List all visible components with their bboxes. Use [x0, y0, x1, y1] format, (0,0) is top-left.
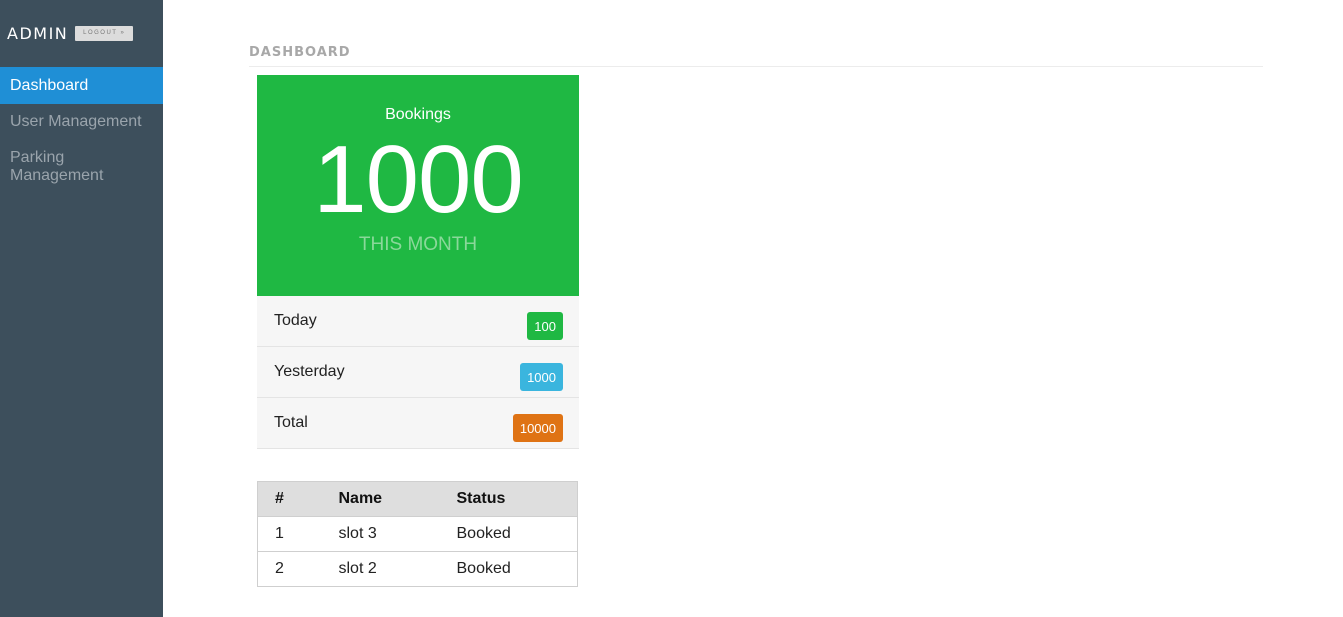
yesterday-count-badge: 1000: [520, 363, 563, 391]
list-item-today: Today 100: [257, 296, 579, 347]
cell-status: Booked: [456, 516, 578, 552]
cell-name: slot 2: [338, 551, 457, 587]
today-count-badge: 100: [527, 312, 563, 340]
bookings-value: 1000: [313, 126, 524, 233]
bookings-card: Bookings 1000 THIS MONTH: [257, 75, 579, 296]
list-item-total: Total 10000: [257, 398, 579, 449]
table-row: 2 slot 2 Booked: [257, 551, 578, 587]
logout-button[interactable]: LOGOUT »: [75, 25, 134, 41]
cell-name: slot 3: [338, 516, 457, 552]
sidebar-nav: Dashboard User Management Parking Manage…: [0, 67, 163, 194]
total-count-badge: 10000: [512, 414, 563, 442]
list-item-label: Today: [274, 312, 317, 329]
brand-title: ADMIN: [7, 23, 69, 43]
bookings-breakdown-list: Today 100 Yesterday 1000 Total 10000: [257, 296, 579, 449]
sidebar: ADMIN LOGOUT » Dashboard User Management…: [0, 0, 163, 617]
sidebar-item-user-management[interactable]: User Management: [0, 104, 163, 140]
page-header: DASHBOARD: [249, 45, 1263, 67]
cell-number: 1: [257, 516, 339, 552]
page-title: DASHBOARD: [249, 45, 351, 60]
sidebar-item-dashboard[interactable]: Dashboard: [0, 67, 163, 104]
column-header-status: Status: [456, 481, 578, 517]
column-header-name: Name: [338, 481, 457, 517]
list-item-label: Total: [274, 414, 308, 431]
bookings-title: Bookings: [385, 106, 451, 123]
cell-status: Booked: [456, 551, 578, 587]
table-row: 1 slot 3 Booked: [257, 516, 578, 552]
list-item-yesterday: Yesterday 1000: [257, 347, 579, 398]
column-header-number: #: [257, 481, 339, 517]
cell-number: 2: [257, 551, 339, 587]
sidebar-item-parking-management[interactable]: Parking Management: [0, 140, 163, 194]
list-item-label: Yesterday: [274, 363, 345, 380]
brand: ADMIN LOGOUT »: [7, 23, 134, 43]
table-header-row: # Name Status: [257, 481, 578, 517]
slots-table: # Name Status 1 slot 3 Booked 2 slot 2 B…: [257, 481, 578, 587]
bookings-period: THIS MONTH: [358, 234, 478, 255]
